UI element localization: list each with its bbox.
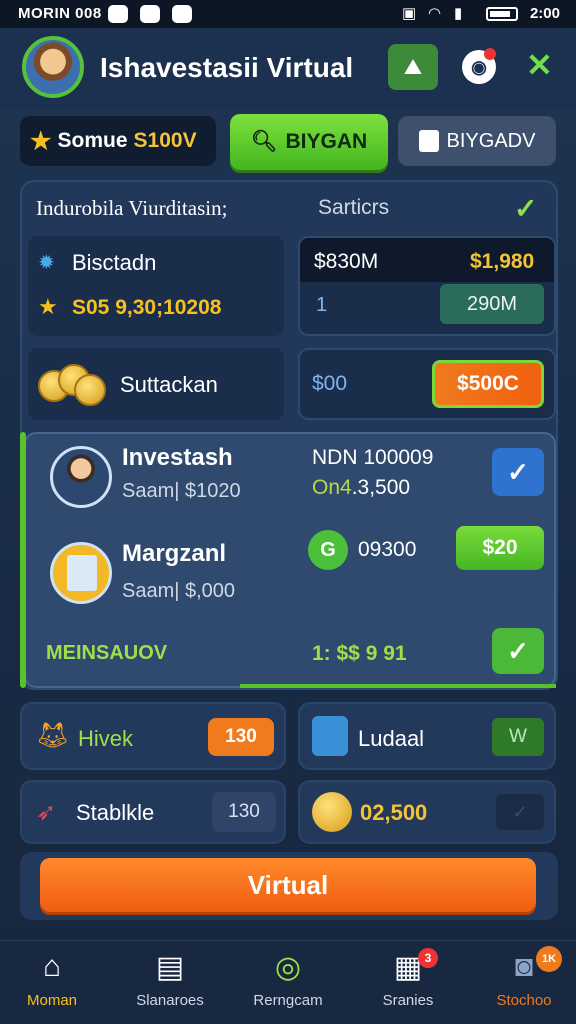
gear-icon: ✹ bbox=[38, 252, 55, 274]
offer-value: $00 bbox=[312, 372, 348, 395]
card-bisctadn-label: Bisctadn bbox=[72, 250, 157, 275]
check-icon[interactable]: ✓ bbox=[514, 192, 537, 225]
nav-label: Moman bbox=[26, 992, 78, 1009]
tile-stablkle-label: Stablkle bbox=[76, 800, 155, 825]
nav-label: Slanaroes bbox=[136, 992, 204, 1009]
margin-subtitle: Saam| $,000 bbox=[122, 580, 236, 602]
nav-label: Sranies bbox=[382, 992, 434, 1009]
notification-dot bbox=[484, 48, 496, 60]
search-button-label: BIYGAN bbox=[285, 130, 368, 153]
margin-name: Margzanl bbox=[122, 540, 227, 567]
photo-icon bbox=[140, 5, 160, 23]
tile-ludaal-label: Ludaal bbox=[358, 726, 425, 751]
card-suttackan-label: Suttackan bbox=[120, 372, 218, 397]
nav-badge: 3 bbox=[418, 948, 438, 968]
balance-right: $1,980 bbox=[470, 250, 535, 273]
accent-underline bbox=[240, 684, 556, 688]
app-title: Ishavestasii Virtual bbox=[100, 52, 354, 83]
investor-value: On4.3,500 bbox=[312, 476, 410, 500]
fox-icon: 🦊︎ bbox=[36, 720, 70, 750]
coins-icon bbox=[38, 360, 106, 408]
map-icon: ⛰ bbox=[403, 54, 423, 79]
nav-item-home[interactable]: ⌂ Moman bbox=[4, 950, 100, 1009]
bell-icon: ◉ bbox=[471, 56, 487, 77]
investor-name: Investash bbox=[122, 444, 233, 471]
bonus-display: ★ Somue S100V bbox=[20, 116, 216, 166]
currency-icon: G bbox=[308, 530, 348, 570]
wifi-icon: ◠ bbox=[428, 5, 442, 22]
investor-id: NDN 100009 bbox=[312, 446, 434, 469]
message-icon bbox=[108, 5, 128, 23]
nav-label: Stochoo bbox=[496, 992, 552, 1009]
tile-coins-value: 02,500 bbox=[360, 800, 428, 825]
nfc-icon: ▣ bbox=[402, 5, 417, 22]
investor-value-prefix: On4 bbox=[312, 476, 352, 499]
check-icon: ✓ bbox=[507, 456, 529, 487]
mens-label: MEINSAUOV bbox=[46, 642, 168, 664]
mens-checkbox[interactable]: ✓ bbox=[492, 628, 544, 674]
nav-item-grid[interactable]: ▦ Sranies bbox=[360, 950, 456, 1009]
home-icon: ⌂ bbox=[42, 950, 62, 983]
tile-hivek-value[interactable]: 130 bbox=[208, 718, 274, 756]
panel-heading: Indurobila Viurditasin; bbox=[36, 196, 228, 220]
search-button[interactable]: 🔍︎ BIYGAN bbox=[230, 114, 388, 170]
investor-avatar bbox=[50, 446, 112, 508]
arrow-icon: ➶ bbox=[36, 799, 57, 826]
book-icon bbox=[312, 716, 348, 756]
bonus-label: Somue bbox=[57, 129, 128, 152]
investor-value-number: .3,500 bbox=[351, 476, 411, 499]
carrier-label: MORIN 008 bbox=[18, 5, 102, 22]
map-button[interactable]: ⛰ bbox=[388, 44, 438, 90]
nav-badge: 1K bbox=[536, 946, 562, 972]
coins-icon bbox=[312, 792, 352, 832]
balance-pill[interactable]: 290M bbox=[440, 284, 544, 324]
document-avatar bbox=[50, 542, 112, 604]
avatar[interactable] bbox=[22, 36, 84, 98]
balance-row-number: 1 bbox=[316, 294, 328, 316]
nav-item-calendar[interactable]: ▤ Slanaroes bbox=[122, 950, 218, 1009]
panel-subheading: Sarticrs bbox=[318, 196, 390, 219]
grid-icon: ▦ bbox=[393, 951, 423, 984]
star-icon: ★ bbox=[30, 127, 52, 155]
check-icon: ✓ bbox=[512, 801, 528, 822]
tile-stablkle-value[interactable]: 130 bbox=[212, 792, 276, 832]
investor-checkbox[interactable]: ✓ bbox=[492, 448, 544, 496]
document-button[interactable]: BIYGADV bbox=[398, 116, 556, 166]
signal-icon: ▮ bbox=[454, 5, 463, 22]
document-button-label: BIYGADV bbox=[446, 129, 536, 152]
margin-buy-button[interactable]: $20 bbox=[456, 526, 544, 570]
mens-value: 1: $$ 9 91 bbox=[312, 642, 407, 665]
nav-item-compass[interactable]: ◎ Rerngcam bbox=[240, 950, 336, 1009]
calendar-icon: ▤ bbox=[155, 951, 185, 984]
compass-icon: ◎ bbox=[274, 951, 302, 984]
tile-hivek-label: Hivek bbox=[78, 726, 134, 751]
check-icon: ✓ bbox=[507, 635, 529, 666]
close-icon[interactable]: ✕ bbox=[526, 46, 553, 84]
clock: 2:00 bbox=[529, 5, 560, 22]
nav-label: Rerngcam bbox=[253, 992, 323, 1009]
bonus-amount: S100V bbox=[133, 129, 197, 152]
battery-icon bbox=[486, 7, 518, 21]
offer-button[interactable]: $500C bbox=[432, 360, 544, 408]
card-bisctadn-amount: S05 9,30;10208 bbox=[72, 296, 222, 319]
search-icon: 🔍︎ bbox=[250, 130, 278, 153]
tile-ludaal-value[interactable]: W bbox=[492, 718, 544, 756]
virtual-button[interactable]: Virtual bbox=[40, 858, 536, 912]
shield-icon bbox=[172, 5, 192, 23]
margin-value: 09300 bbox=[358, 538, 417, 561]
investor-subtitle: Saam| $1020 bbox=[122, 480, 241, 502]
accent-bar bbox=[20, 432, 26, 688]
balance-left: $830M bbox=[314, 250, 379, 273]
star-icon: ★ bbox=[38, 294, 58, 319]
document-icon bbox=[418, 130, 439, 152]
tile-coins-toggle[interactable]: ✓ bbox=[496, 794, 544, 830]
